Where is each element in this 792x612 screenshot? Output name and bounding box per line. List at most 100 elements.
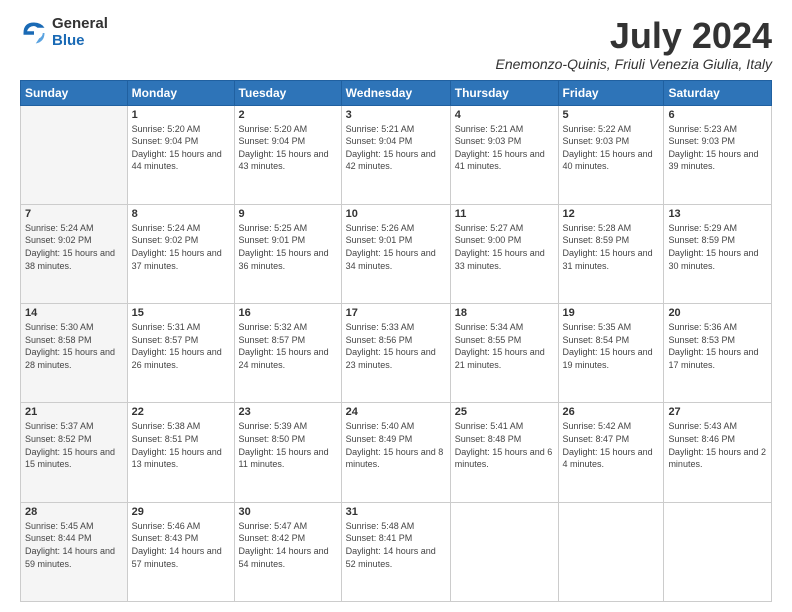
- day-number: 23: [239, 406, 337, 418]
- calendar-cell: 8 Sunrise: 5:24 AMSunset: 9:02 PMDaylight…: [127, 204, 234, 303]
- weekday-header-thursday: Thursday: [450, 80, 558, 105]
- day-number: 24: [346, 406, 446, 418]
- day-number: 8: [132, 208, 230, 220]
- day-info: Sunrise: 5:22 AMSunset: 9:03 PMDaylight:…: [563, 123, 660, 173]
- day-number: 25: [455, 406, 554, 418]
- calendar-cell: 15Sunrise: 5:31 AMSunset: 8:57 PMDayligh…: [127, 304, 234, 403]
- day-info: Sunrise: 5:33 AMSunset: 8:56 PMDaylight:…: [346, 321, 446, 371]
- location-title: Enemonzo-Quinis, Friuli Venezia Giulia, …: [496, 56, 773, 72]
- day-number: 31: [346, 506, 446, 518]
- day-number: 29: [132, 506, 230, 518]
- calendar-cell: [21, 105, 128, 204]
- calendar-cell: 25 Sunrise: 5:41 AMSunset: 8:48 PMDayligh…: [450, 403, 558, 502]
- calendar-cell: 17 Sunrise: 5:33 AMSunset: 8:56 PMDayligh…: [341, 304, 450, 403]
- month-title: July 2024: [496, 16, 773, 56]
- calendar-cell: 9 Sunrise: 5:25 AMSunset: 9:01 PMDaylight…: [234, 204, 341, 303]
- day-number: 12: [563, 208, 660, 220]
- weekday-header-friday: Friday: [558, 80, 664, 105]
- calendar-cell: 13 Sunrise: 5:29 AMSunset: 8:59 PMDayligh…: [664, 204, 772, 303]
- calendar-cell: 27Sunrise: 5:43 AMSunset: 8:46 PMDayligh…: [664, 403, 772, 502]
- day-number: 5: [563, 109, 660, 121]
- day-number: 17: [346, 307, 446, 319]
- logo-blue: Blue: [52, 33, 108, 50]
- calendar-cell: 26 Sunrise: 5:42 AMSunset: 8:47 PMDayligh…: [558, 403, 664, 502]
- day-info: Sunrise: 5:29 AMSunset: 8:59 PMDaylight:…: [668, 222, 767, 272]
- calendar-cell: 18Sunrise: 5:34 AMSunset: 8:55 PMDayligh…: [450, 304, 558, 403]
- day-info: Sunrise: 5:24 AMSunset: 9:02 PMDaylight:…: [25, 222, 123, 272]
- day-info: Sunrise: 5:45 AMSunset: 8:44 PMDaylight:…: [25, 520, 123, 570]
- day-info: Sunrise: 5:24 AMSunset: 9:02 PMDaylight:…: [132, 222, 230, 272]
- day-info: Sunrise: 5:42 AMSunset: 8:47 PMDaylight:…: [563, 420, 660, 470]
- day-info: Sunrise: 5:48 AMSunset: 8:41 PMDaylight:…: [346, 520, 446, 570]
- day-info: Sunrise: 5:40 AMSunset: 8:49 PMDaylight:…: [346, 420, 446, 470]
- day-number: 9: [239, 208, 337, 220]
- weekday-header-row: SundayMondayTuesdayWednesdayThursdayFrid…: [21, 80, 772, 105]
- day-number: 19: [563, 307, 660, 319]
- calendar-cell: 20Sunrise: 5:36 AMSunset: 8:53 PMDayligh…: [664, 304, 772, 403]
- calendar-cell: 2 Sunrise: 5:20 AMSunset: 9:04 PMDaylight…: [234, 105, 341, 204]
- weekday-header-wednesday: Wednesday: [341, 80, 450, 105]
- calendar-cell: 4Sunrise: 5:21 AMSunset: 9:03 PMDaylight…: [450, 105, 558, 204]
- calendar-cell: 14Sunrise: 5:30 AMSunset: 8:58 PMDayligh…: [21, 304, 128, 403]
- calendar-cell: 5 Sunrise: 5:22 AMSunset: 9:03 PMDaylight…: [558, 105, 664, 204]
- day-number: 13: [668, 208, 767, 220]
- calendar-cell: 6Sunrise: 5:23 AMSunset: 9:03 PMDaylight…: [664, 105, 772, 204]
- calendar-cell: 7Sunrise: 5:24 AMSunset: 9:02 PMDaylight…: [21, 204, 128, 303]
- day-number: 21: [25, 406, 123, 418]
- logo: General Blue: [20, 16, 108, 49]
- calendar-cell: 16 Sunrise: 5:32 AMSunset: 8:57 PMDayligh…: [234, 304, 341, 403]
- calendar-cell: [450, 502, 558, 601]
- day-number: 3: [346, 109, 446, 121]
- page: General Blue July 2024 Enemonzo-Quinis, …: [0, 0, 792, 612]
- day-number: 26: [563, 406, 660, 418]
- day-info: Sunrise: 5:32 AMSunset: 8:57 PMDaylight:…: [239, 321, 337, 371]
- calendar-cell: 30 Sunrise: 5:47 AMSunset: 8:42 PMDayligh…: [234, 502, 341, 601]
- day-info: Sunrise: 5:30 AMSunset: 8:58 PMDaylight:…: [25, 321, 123, 371]
- day-number: 1: [132, 109, 230, 121]
- day-info: Sunrise: 5:38 AMSunset: 8:51 PMDaylight:…: [132, 420, 230, 470]
- title-block: July 2024 Enemonzo-Quinis, Friuli Venezi…: [496, 16, 773, 72]
- calendar-cell: 21 Sunrise: 5:37 AMSunset: 8:52 PMDayligh…: [21, 403, 128, 502]
- day-info: Sunrise: 5:25 AMSunset: 9:01 PMDaylight:…: [239, 222, 337, 272]
- week-row-3: 21 Sunrise: 5:37 AMSunset: 8:52 PMDayligh…: [21, 403, 772, 502]
- calendar-cell: 12 Sunrise: 5:28 AMSunset: 8:59 PMDayligh…: [558, 204, 664, 303]
- calendar-cell: 10 Sunrise: 5:26 AMSunset: 9:01 PMDayligh…: [341, 204, 450, 303]
- day-info: Sunrise: 5:46 AMSunset: 8:43 PMDaylight:…: [132, 520, 230, 570]
- day-info: Sunrise: 5:28 AMSunset: 8:59 PMDaylight:…: [563, 222, 660, 272]
- logo-general: General: [52, 16, 108, 33]
- day-info: Sunrise: 5:27 AMSunset: 9:00 PMDaylight:…: [455, 222, 554, 272]
- calendar-cell: [664, 502, 772, 601]
- day-number: 10: [346, 208, 446, 220]
- day-number: 18: [455, 307, 554, 319]
- weekday-header-saturday: Saturday: [664, 80, 772, 105]
- logo-icon: [20, 19, 48, 47]
- day-info: Sunrise: 5:26 AMSunset: 9:01 PMDaylight:…: [346, 222, 446, 272]
- calendar-cell: 24 Sunrise: 5:40 AMSunset: 8:49 PMDayligh…: [341, 403, 450, 502]
- day-info: Sunrise: 5:43 AMSunset: 8:46 PMDaylight:…: [668, 420, 767, 470]
- calendar-cell: 1Sunrise: 5:20 AMSunset: 9:04 PMDaylight…: [127, 105, 234, 204]
- day-info: Sunrise: 5:37 AMSunset: 8:52 PMDaylight:…: [25, 420, 123, 470]
- logo-text: General Blue: [52, 16, 108, 49]
- day-number: 28: [25, 506, 123, 518]
- calendar-cell: 31 Sunrise: 5:48 AMSunset: 8:41 PMDayligh…: [341, 502, 450, 601]
- day-number: 22: [132, 406, 230, 418]
- week-row-0: 1 Sunrise: 5:20 AMSunset: 9:04 PMDaylight…: [21, 105, 772, 204]
- day-number: 2: [239, 109, 337, 121]
- calendar-cell: 11 Sunrise: 5:27 AMSunset: 9:00 PMDayligh…: [450, 204, 558, 303]
- calendar-cell: 28 Sunrise: 5:45 AMSunset: 8:44 PMDayligh…: [21, 502, 128, 601]
- day-info: Sunrise: 5:39 AMSunset: 8:50 PMDaylight:…: [239, 420, 337, 470]
- weekday-header-tuesday: Tuesday: [234, 80, 341, 105]
- calendar-cell: [558, 502, 664, 601]
- day-info: Sunrise: 5:47 AMSunset: 8:42 PMDaylight:…: [239, 520, 337, 570]
- day-number: 30: [239, 506, 337, 518]
- week-row-1: 7Sunrise: 5:24 AMSunset: 9:02 PMDaylight…: [21, 204, 772, 303]
- day-info: Sunrise: 5:41 AMSunset: 8:48 PMDaylight:…: [455, 420, 554, 470]
- day-info: Sunrise: 5:20 AMSunset: 9:04 PMDaylight:…: [239, 123, 337, 173]
- day-number: 11: [455, 208, 554, 220]
- day-info: Sunrise: 5:31 AMSunset: 8:57 PMDaylight:…: [132, 321, 230, 371]
- calendar-cell: 3Sunrise: 5:21 AMSunset: 9:04 PMDaylight…: [341, 105, 450, 204]
- calendar-cell: 29 Sunrise: 5:46 AMSunset: 8:43 PMDayligh…: [127, 502, 234, 601]
- day-info: Sunrise: 5:35 AMSunset: 8:54 PMDaylight:…: [563, 321, 660, 371]
- day-number: 16: [239, 307, 337, 319]
- day-info: Sunrise: 5:23 AMSunset: 9:03 PMDaylight:…: [668, 123, 767, 173]
